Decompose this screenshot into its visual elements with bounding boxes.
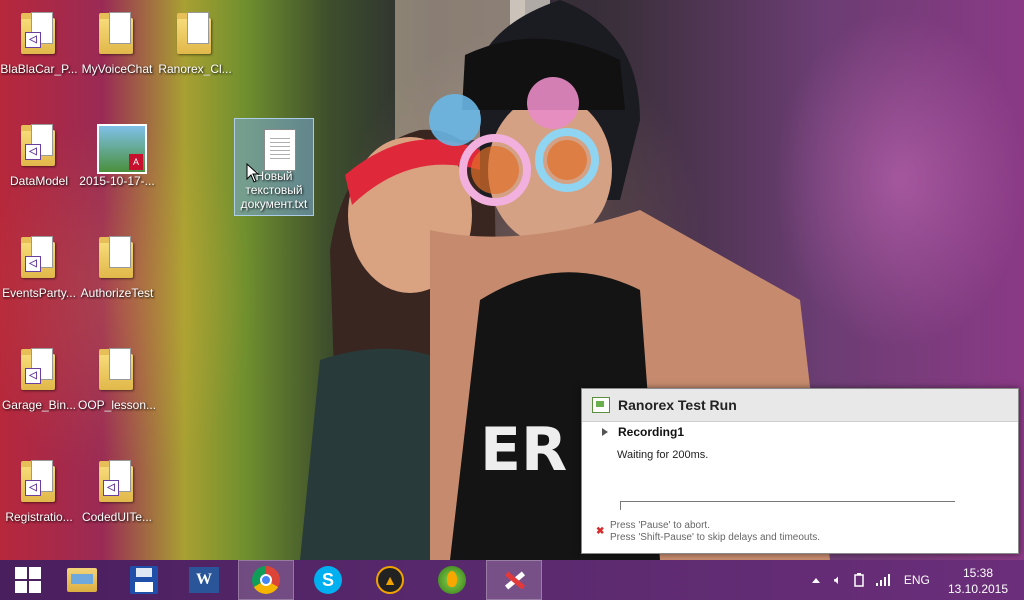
desktop-icon-codeduitest[interactable]: ◁ CodedUITe... — [78, 454, 156, 554]
status-text: Waiting for 200ms. — [617, 449, 709, 461]
abort-x-icon: ✖ — [596, 526, 605, 537]
folder-icon — [175, 12, 215, 58]
start-button[interactable] — [0, 560, 56, 600]
progress-bar — [620, 501, 955, 510]
desktop-icon-label: 2015-10-17-... — [79, 174, 155, 188]
hint-line-1: Press 'Pause' to abort. — [610, 520, 710, 531]
dialog-header: Ranorex Test Run — [582, 389, 1018, 422]
play-arrow-icon — [602, 428, 608, 436]
taskbar-fl-studio[interactable] — [424, 560, 480, 600]
desktop-icon-label: DataModel — [9, 174, 69, 188]
desktop-icon-oop-lesson[interactable]: OOP_lesson... — [78, 342, 156, 442]
clock-date: 13.10.2015 — [947, 582, 1009, 596]
clock[interactable]: 15:38 13.10.2015 — [946, 565, 1010, 597]
hint-text: ✖ Press 'Pause' to abort. Press 'Shift-P… — [596, 520, 820, 544]
save-floppy-icon — [130, 566, 158, 594]
taskbar-word[interactable]: W — [176, 560, 232, 600]
desktop-icon-label: CodedUITe... — [81, 510, 153, 524]
desktop-icon-label: Ranorex_Cl... — [158, 62, 232, 76]
desktop-icon-label: MyVoiceChat — [81, 62, 153, 76]
desktop-icon-registration[interactable]: ◁ Registratio... — [0, 454, 78, 554]
taskbar-ranorex[interactable] — [486, 560, 542, 600]
vs-folder-icon: ◁ — [19, 236, 59, 282]
taskbar-save-app[interactable] — [116, 560, 172, 600]
vs-folder-icon: ◁ — [19, 124, 59, 170]
vs-folder-icon: ◁ — [19, 348, 59, 394]
language-indicator[interactable]: ENG — [904, 573, 930, 587]
vs-folder-icon: ◁ — [19, 12, 59, 58]
taskbar-file-explorer[interactable] — [54, 560, 110, 600]
system-tray: 🔈︎ ENG — [812, 560, 930, 600]
taskbar-chrome[interactable] — [238, 560, 294, 600]
file-explorer-icon — [67, 568, 97, 592]
taskbar-skype[interactable]: S — [300, 560, 356, 600]
windows-logo-icon — [15, 567, 41, 593]
desktop-icon-eventsparty[interactable]: ◁ EventsParty... — [0, 230, 78, 330]
fl-studio-icon — [438, 566, 466, 594]
desktop-icon-pdf-2015[interactable]: A 2015-10-17-... — [78, 118, 156, 218]
signal-icon[interactable] — [875, 574, 892, 586]
desktop-icon-blablacar[interactable]: ◁ BlaBlaCar_P... — [0, 6, 78, 106]
word-icon: W — [189, 567, 219, 593]
vs-folder-icon: ◁ — [97, 460, 137, 506]
svg-text:ER: ER — [480, 415, 567, 485]
desktop-icon-label: AuthorizeTest — [80, 286, 154, 300]
desktop-icon-label: BlaBlaCar_P... — [0, 62, 78, 76]
show-hidden-icons-icon[interactable] — [812, 577, 820, 583]
ranorex-test-run-dialog: Ranorex Test Run Recording1 Waiting for … — [581, 388, 1019, 554]
mouse-cursor-icon — [246, 163, 260, 183]
desktop-icon-garage-bin[interactable]: ◁ Garage_Bin... — [0, 342, 78, 442]
recording-row[interactable]: Recording1 — [602, 425, 684, 439]
taskbar-aimp[interactable]: ▲ — [362, 560, 418, 600]
desktop-icon-label: OOP_lesson... — [78, 398, 156, 412]
hint-line-2: Press 'Shift-Pause' to skip delays and t… — [610, 532, 821, 543]
aimp-icon: ▲ — [376, 566, 404, 594]
pdf-file-icon: A — [97, 124, 147, 174]
ranorex-icon — [500, 566, 528, 594]
volume-icon[interactable]: 🔈︎ — [834, 572, 842, 588]
dialog-title: Ranorex Test Run — [618, 397, 737, 413]
ranorex-app-icon — [592, 397, 610, 413]
folder-icon — [97, 12, 137, 58]
clock-time: 15:38 — [962, 566, 994, 580]
desktop-icon-label: Garage_Bin... — [1, 398, 77, 412]
desktop-icon-label: EventsParty... — [2, 286, 76, 300]
desktop-icon-ranorex-cl[interactable]: Ranorex_Cl... — [156, 6, 234, 106]
recording-name: Recording1 — [618, 425, 685, 439]
desktop-icon-myvoicechat[interactable]: MyVoiceChat — [78, 6, 156, 106]
desktop-icon-label: Registratio... — [5, 510, 73, 524]
text-file-icon — [254, 125, 296, 171]
desktop-icon-authorizetest[interactable]: AuthorizeTest — [78, 230, 156, 330]
desktop-icon-datamodel[interactable]: ◁ DataModel — [0, 118, 78, 218]
skype-icon: S — [314, 566, 342, 594]
folder-icon — [97, 348, 137, 394]
folder-icon — [97, 236, 137, 282]
chrome-icon — [252, 566, 280, 594]
power-icon[interactable] — [852, 573, 866, 587]
vs-folder-icon: ◁ — [19, 460, 59, 506]
